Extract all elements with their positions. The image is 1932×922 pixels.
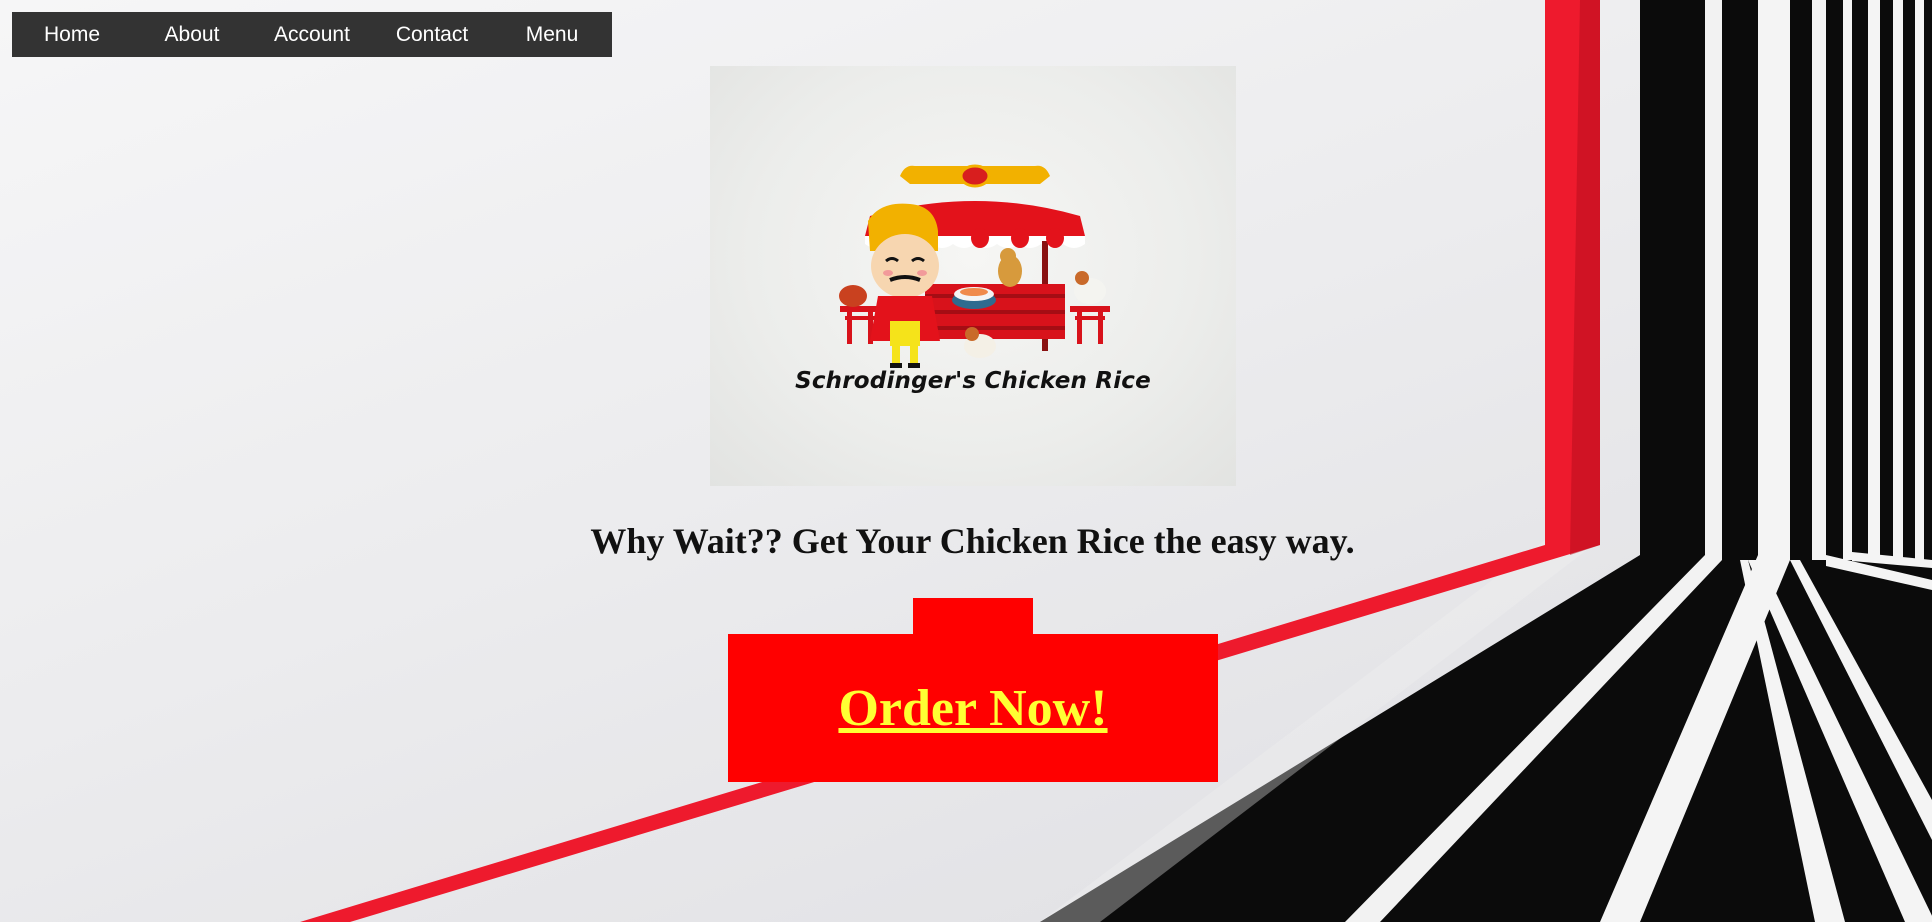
nav-menu[interactable]: Menu <box>492 12 612 57</box>
top-nav: Home About Account Contact Menu <box>12 12 612 57</box>
nav-account[interactable]: Account <box>252 12 372 57</box>
order-now-link[interactable]: Order Now! <box>838 679 1107 738</box>
nav-contact[interactable]: Contact <box>372 12 492 57</box>
order-button-tab <box>913 598 1033 634</box>
brand-logo: Schrodinger's Chicken Rice <box>710 66 1236 486</box>
nav-about[interactable]: About <box>132 12 252 57</box>
hero-tagline: Why Wait?? Get Your Chicken Rice the eas… <box>590 521 1355 561</box>
brand-name: Schrodinger's Chicken Rice <box>795 368 1151 394</box>
nav-home[interactable]: Home <box>12 12 132 57</box>
order-now-button[interactable]: Order Now! <box>728 634 1218 782</box>
chicken-rice-stall-logo-icon <box>839 164 1110 368</box>
